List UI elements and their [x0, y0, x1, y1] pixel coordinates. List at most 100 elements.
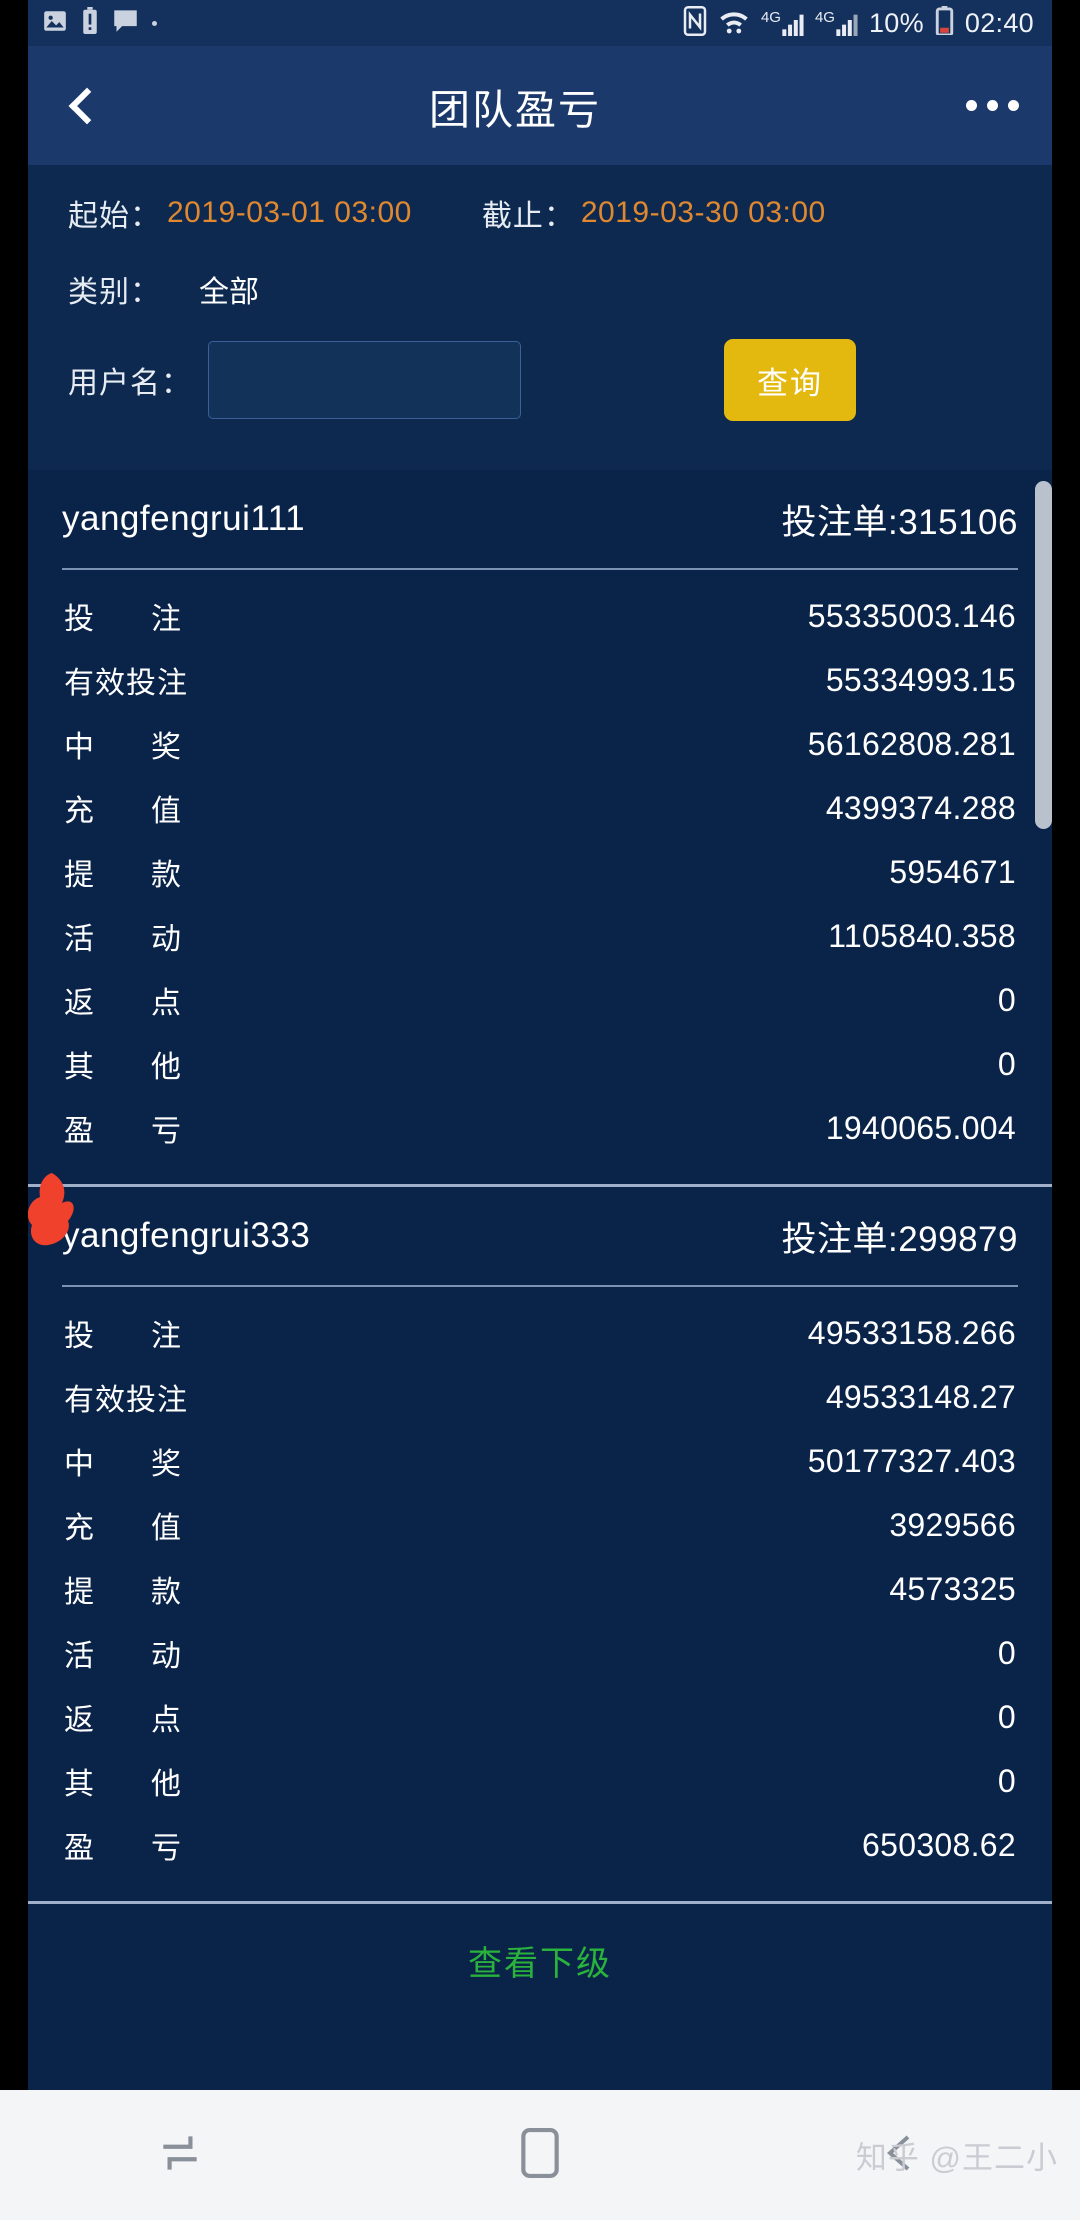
- category-label: 类别：: [68, 276, 161, 309]
- stat-label: 提款: [64, 1567, 182, 1611]
- phone-screen: 4G 4G 10% 02:40 团队盈亏 起始： 2019-03-01 03:0…: [0, 0, 1080, 2220]
- stat-label-char: 款: [151, 859, 182, 892]
- stat-row: 提款 4573325: [28, 1557, 1052, 1621]
- stat-value: 0: [997, 1762, 1016, 1799]
- stat-row: 有效投注 55334993.15: [28, 648, 1052, 712]
- stat-row: 返点 0: [28, 968, 1052, 1032]
- android-navigation-bar: 知乎 @王二小: [0, 2090, 1080, 2220]
- recents-icon: [155, 2128, 205, 2183]
- stat-label: 有效投注: [64, 667, 188, 700]
- username-input[interactable]: [208, 341, 521, 419]
- stat-label-char: 返: [64, 987, 95, 1020]
- title-bar: 团队盈亏: [28, 46, 1052, 165]
- status-bar-left-icons: [42, 7, 157, 39]
- stat-label-char: 其: [64, 1051, 95, 1084]
- end-date-value[interactable]: 2019-03-30 03:00: [581, 196, 826, 230]
- signal-icon-1: 4G: [761, 10, 804, 36]
- stat-value: 1940065.004: [825, 1109, 1016, 1146]
- stat-label: 活动: [64, 1631, 182, 1675]
- stat-label-char: 款: [151, 1576, 182, 1609]
- more-options-icon: [965, 100, 977, 111]
- more-options-icon-dot2: [986, 100, 998, 111]
- dot-icon: [152, 20, 157, 26]
- stat-value: 55335003.146: [807, 597, 1016, 634]
- user-card: yangfengrui111 投注单:315106 投注 55335003.146 有效…: [28, 470, 1052, 1187]
- stat-label: 盈亏: [64, 1823, 182, 1867]
- stat-label: 投注: [64, 594, 182, 638]
- stat-label: 有效投注: [64, 1384, 188, 1417]
- stat-row: 活动 0: [28, 1621, 1052, 1685]
- stat-label: 中奖: [64, 1439, 182, 1483]
- stat-label-char: 盈: [64, 1115, 95, 1148]
- stat-value: 3929566: [889, 1506, 1016, 1543]
- category-row: 类别： 全部: [28, 235, 1052, 311]
- stat-row: 充值 3929566: [28, 1493, 1052, 1557]
- user-card-body: 投注 49533158.266 有效投注 49533148.27 中奖 50177327.…: [28, 1287, 1052, 1895]
- filter-panel: 起始： 2019-03-01 03:00 截止： 2019-03-30 03:0…: [28, 165, 1052, 470]
- content-scrollbar[interactable]: [1035, 481, 1052, 829]
- nfc-icon: [683, 5, 707, 41]
- stat-value: 56162808.281: [807, 725, 1016, 762]
- query-button[interactable]: 查询: [724, 339, 856, 421]
- user-card-header[interactable]: yangfengrui333 投注单:299879: [28, 1173, 1052, 1285]
- stat-label: 返点: [64, 978, 182, 1022]
- stat-value: 0: [997, 981, 1016, 1018]
- user-card-header[interactable]: yangfengrui111 投注单:315106: [28, 470, 1052, 568]
- battery-alert-icon: [81, 7, 99, 39]
- view-subordinates-link[interactable]: 查看下级: [28, 1904, 1052, 2009]
- stat-value: 650308.62: [862, 1826, 1016, 1863]
- signal-icon-2: 4G: [815, 10, 858, 36]
- stat-label-char: 动: [151, 923, 182, 956]
- stat-label: 充值: [64, 786, 182, 830]
- user-card-orders: 投注单:299879: [781, 1219, 1018, 1259]
- stat-value: 1105840.358: [828, 917, 1016, 954]
- more-options-button[interactable]: [932, 46, 1052, 165]
- category-value[interactable]: 全部: [199, 267, 259, 311]
- stat-label-char: 值: [151, 795, 182, 828]
- stat-row: 充值 4399374.288: [28, 776, 1052, 840]
- stat-label: 提款: [64, 850, 182, 894]
- stat-value: 0: [997, 1634, 1016, 1671]
- stat-value: 0: [997, 1045, 1016, 1082]
- stat-label-char: 他: [151, 1051, 182, 1084]
- stat-label-char: 点: [151, 1704, 182, 1737]
- signal-label-2: 4G: [814, 9, 835, 26]
- cards-container: yangfengrui111 投注单:315106 投注 55335003.146 有效…: [28, 470, 1052, 1904]
- status-bar-right-icons: 4G 4G 10% 02:40: [683, 5, 1034, 41]
- stat-value: 0: [997, 1698, 1016, 1735]
- home-button[interactable]: [360, 2127, 720, 2183]
- stat-label-char: 投: [64, 1320, 95, 1353]
- stat-label-char: 活: [64, 1640, 95, 1673]
- stat-label-char: 亏: [151, 1115, 182, 1148]
- stat-row: 返 点 0: [28, 1685, 1052, 1749]
- stat-label: 其他: [64, 1042, 182, 1086]
- stat-label-char: 提: [64, 859, 95, 892]
- stat-row: 其他0: [28, 1032, 1052, 1096]
- results-list[interactable]: yangfengrui111 投注单:315106 投注 55335003.146 有效…: [28, 470, 1052, 2090]
- page-title: 团队盈亏: [429, 86, 601, 133]
- start-date-value[interactable]: 2019-03-01 03:00: [167, 196, 412, 230]
- message-icon: [112, 8, 139, 38]
- stat-label-char: 充: [64, 795, 95, 828]
- stat-row: 投注 49533158.266: [28, 1301, 1052, 1365]
- stat-value: 49533158.266: [807, 1314, 1016, 1351]
- user-card-username: yangfengrui111: [62, 499, 306, 538]
- wifi-icon: [718, 7, 750, 40]
- stat-value: 50177327.403: [807, 1442, 1016, 1479]
- user-card-orders: 投注单:315106: [781, 502, 1018, 542]
- stat-label-char: 活: [64, 923, 95, 956]
- stat-label-char: 中: [64, 1448, 95, 1481]
- stat-label-char: 他: [151, 1768, 182, 1801]
- stat-label-char: 充: [64, 1512, 95, 1545]
- recents-button[interactable]: [0, 2128, 360, 2183]
- stat-label: 中奖: [64, 722, 182, 766]
- username-label: 用户名：: [68, 367, 192, 400]
- image-icon: [42, 8, 68, 39]
- more-options-icon-dot3: [1007, 100, 1019, 111]
- stat-row: 投注 55335003.146: [28, 584, 1052, 648]
- stat-row: 中奖 56162808.281: [28, 712, 1052, 776]
- user-card-body: 投注 55335003.146 有效投注 55334993.15 中奖 56162808.…: [28, 570, 1052, 1178]
- stat-value: 4399374.288: [825, 789, 1016, 826]
- back-nav-button[interactable]: 知乎 @王二小: [720, 2129, 1080, 2182]
- stat-label-char: 返: [64, 1704, 95, 1737]
